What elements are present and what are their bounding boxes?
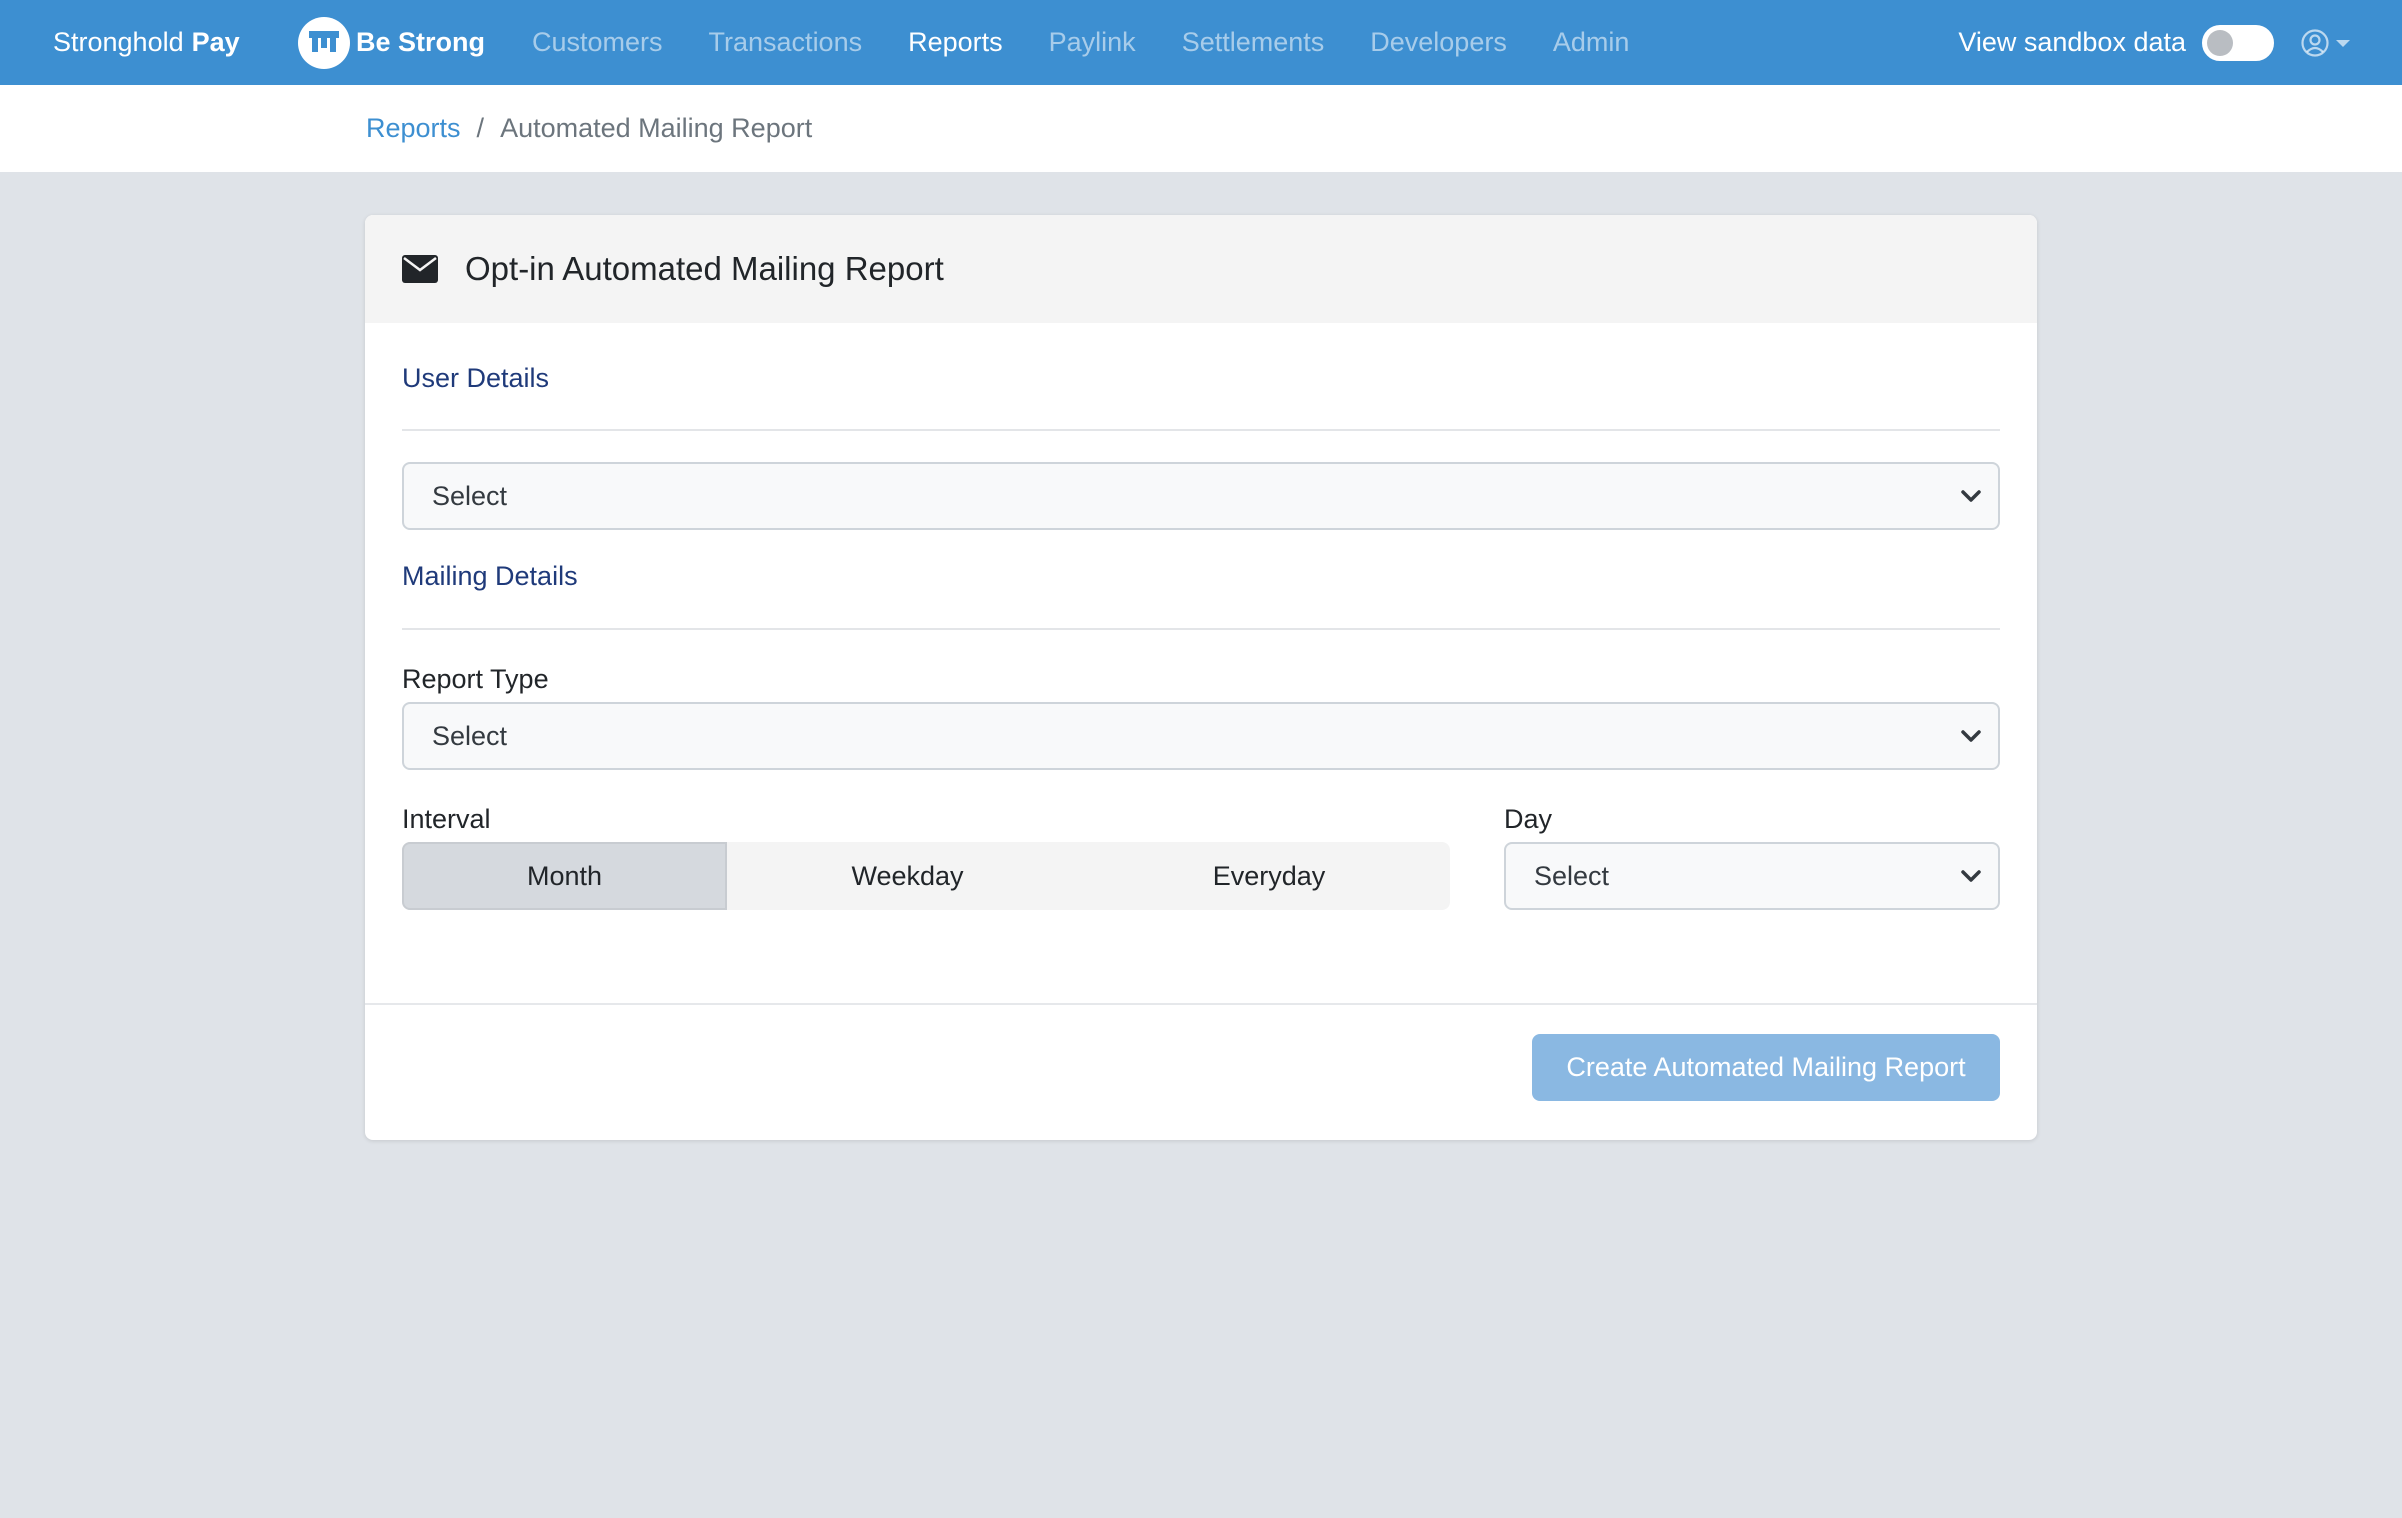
interval-weekday[interactable]: Weekday (727, 842, 1088, 910)
card-footer-divider (365, 1003, 2037, 1005)
breadcrumb-current: Automated Mailing Report (500, 113, 813, 143)
nav-developers[interactable]: Developers (1370, 27, 1507, 58)
envelope-icon (402, 255, 438, 283)
day-select[interactable]: Select (1504, 842, 2000, 910)
user-menu[interactable] (2300, 28, 2352, 58)
card-header: Opt-in Automated Mailing Report (365, 215, 2037, 323)
breadcrumb-separator: / (476, 113, 485, 143)
user-select[interactable]: Select (402, 462, 2000, 530)
breadcrumb-reports-link[interactable]: Reports (366, 113, 461, 144)
brand-logo[interactable]: Stronghold Pay (53, 0, 240, 85)
caret-down-icon (2336, 39, 2350, 47)
breadcrumb: Reports / Automated Mailing Report (366, 85, 812, 172)
nav-settlements[interactable]: Settlements (1182, 27, 1325, 58)
user-details-title: User Details (402, 363, 550, 393)
chevron-down-icon (1961, 490, 1981, 502)
sandbox-label: View sandbox data (1958, 27, 2186, 57)
day-select-value: Select (1534, 860, 1610, 891)
user-select-value: Select (432, 480, 508, 511)
mailing-report-card: Opt-in Automated Mailing Report User Det… (365, 215, 2037, 1140)
nav-customers[interactable]: Customers (532, 27, 663, 58)
interval-everyday[interactable]: Everyday (1088, 842, 1450, 910)
mailing-details-divider (402, 628, 2000, 630)
brand-name-bold: Pay (191, 27, 240, 57)
nav-admin[interactable]: Admin (1553, 27, 1630, 58)
toggle-knob (2207, 29, 2233, 56)
company-switcher[interactable]: Be Strong (298, 0, 485, 85)
chevron-down-icon (1961, 870, 1981, 882)
report-type-select[interactable]: Select (402, 702, 2000, 770)
nav-transactions[interactable]: Transactions (709, 27, 863, 58)
chevron-down-icon (1961, 730, 1981, 742)
day-label: Day (1504, 804, 1553, 834)
user-circle-icon (2301, 28, 2329, 57)
sandbox-toggle[interactable] (2202, 24, 2274, 61)
mailing-details-title: Mailing Details (402, 561, 578, 591)
company-logo-icon (298, 16, 350, 69)
breadcrumb-bar: Reports / Automated Mailing Report (0, 85, 2402, 172)
main-nav: Customers Transactions Reports Paylink S… (532, 0, 1675, 85)
report-type-value: Select (432, 720, 508, 751)
brand-name-light: Stronghold (53, 27, 184, 57)
create-report-button[interactable]: Create Automated Mailing Report (1532, 1034, 2000, 1101)
nav-paylink[interactable]: Paylink (1049, 27, 1136, 58)
nav-reports[interactable]: Reports (908, 27, 1003, 58)
top-navbar: Stronghold Pay Be Strong Customers Trans… (0, 0, 2402, 85)
report-type-label: Report Type (402, 664, 549, 694)
navbar-right: View sandbox data (1958, 0, 2352, 85)
user-details-divider (402, 429, 2000, 431)
interval-selector: Month Weekday Everyday (402, 842, 1450, 910)
interval-month[interactable]: Month (402, 842, 727, 910)
interval-label: Interval (402, 804, 491, 834)
company-name: Be Strong (356, 27, 486, 57)
card-title: Opt-in Automated Mailing Report (465, 250, 944, 287)
